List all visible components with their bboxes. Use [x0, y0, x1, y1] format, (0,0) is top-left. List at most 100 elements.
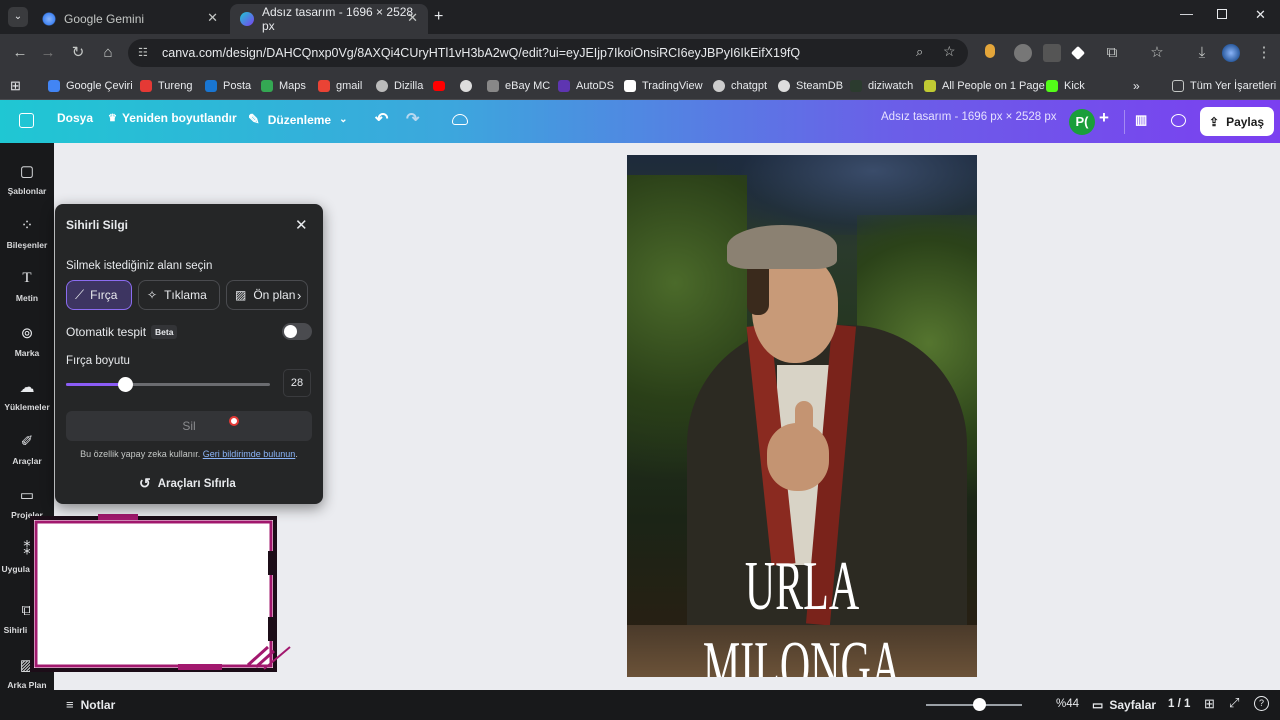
tab-canva[interactable]: Adsız tasarım - 1696 × 2528 px ✕ — [230, 4, 428, 34]
cloud-save-icon[interactable] — [452, 114, 468, 125]
grid-view-icon[interactable]: ⊞ — [1204, 696, 1215, 712]
bookmark-all-people[interactable]: All People on 1 Page — [924, 77, 1045, 95]
help-icon[interactable]: ? — [1254, 696, 1269, 711]
forward-icon[interactable]: → — [38, 43, 58, 63]
brush-size-input[interactable]: 28 — [283, 369, 311, 397]
all-bookmarks-folder[interactable]: Tüm Yer İşaretleri — [1172, 77, 1276, 95]
undo-icon[interactable]: ↶ — [375, 109, 388, 129]
bookmarks-star-icon[interactable]: ☆ — [1147, 43, 1167, 63]
bookmark-kick[interactable]: Kick — [1046, 77, 1085, 95]
menu-dots-icon[interactable]: ⋮ — [1254, 43, 1274, 63]
resize-button[interactable]: ♛ Yeniden boyutlandır — [108, 111, 237, 125]
bookmark-label: Kick — [1064, 80, 1085, 92]
extensions-puzzle-icon[interactable]: ⧉ — [1102, 43, 1122, 63]
extension-icon[interactable] — [985, 44, 995, 58]
zoom-slider-handle[interactable] — [972, 698, 986, 711]
home-icon[interactable]: ⌂ — [98, 43, 118, 63]
apps-grid-icon[interactable]: ⊞ — [10, 77, 21, 95]
bookmark-dizilla[interactable]: Dizilla — [376, 77, 423, 95]
tab-list-dropdown[interactable]: ⌄ — [8, 7, 28, 27]
mode-brush-button[interactable]: ⟋ Fırça — [66, 280, 132, 310]
frame-notch — [178, 664, 222, 670]
brand-icon: ⊚ — [20, 325, 34, 342]
browser-toolbar: ← → ↻ ⌂ ☷ canva.com/design/DAHCQnxp0Vg/8… — [0, 34, 1280, 72]
mode-click-button[interactable]: ✧ Tıklama — [138, 280, 220, 310]
bookmark-tureng[interactable]: Tureng — [140, 77, 192, 95]
bookmark-ebay-mc[interactable]: eBay MC — [487, 77, 550, 95]
tab-gemini[interactable]: Google Gemini ✕ — [32, 4, 228, 34]
zoom-level[interactable]: %44 — [1056, 698, 1079, 710]
star-icon[interactable]: ☆ — [943, 43, 956, 60]
sidebar-item-label: Metin — [15, 293, 39, 303]
bookmark-autods[interactable]: AutoDS — [558, 77, 614, 95]
bookmark-gmail[interactable]: gmail — [318, 77, 362, 95]
design-title[interactable]: Adsız tasarım - 1696 px × 2528 px — [881, 111, 1056, 123]
brush-size-slider[interactable] — [66, 377, 270, 392]
bookmark-chatgpt[interactable]: chatgpt — [713, 77, 767, 95]
bookmark-openai[interactable] — [460, 77, 478, 95]
auto-detect-toggle[interactable] — [282, 323, 312, 340]
new-tab-icon[interactable]: + — [434, 8, 443, 26]
notes-button[interactable]: ≡ Notlar — [66, 697, 115, 712]
sidebar-item-text[interactable]: T Metin — [0, 270, 54, 303]
erase-button[interactable]: Sil — [66, 411, 312, 441]
extension-icon[interactable] — [1014, 44, 1032, 62]
sidebar-item-templates[interactable]: ▢ Şablonlar — [0, 162, 54, 196]
insights-chart-icon[interactable]: ▥ — [1135, 112, 1147, 128]
sidebar-item-brand[interactable]: ⊚ Marka — [0, 324, 54, 358]
minimize-icon[interactable]: — — [1180, 6, 1193, 21]
bookmark-label: Tureng — [158, 80, 193, 92]
fullscreen-icon[interactable]: ⤢ — [1229, 695, 1239, 711]
bookmark-diziwatch[interactable]: diziwatch — [850, 77, 913, 95]
edit-mode-dropdown[interactable]: ✎ Düzenleme ⌄ — [248, 111, 347, 128]
toggle-side-panel-icon[interactable] — [19, 113, 34, 128]
sidebar-item-uploads[interactable]: ☁ Yüklemeler — [0, 378, 54, 412]
bookmark-google-ceviri[interactable]: Google Çeviri — [48, 77, 133, 95]
reload-icon[interactable]: ↻ — [68, 43, 88, 63]
mode-foreground-button[interactable]: ▨ Ön plan — [226, 280, 308, 310]
notes-label: Notlar — [80, 697, 116, 712]
extension-icon[interactable] — [1043, 44, 1061, 62]
extension-icon[interactable] — [1070, 45, 1086, 61]
draw-tool-icon: ✐ — [20, 433, 34, 450]
sidebar-item-tools[interactable]: ✐ Araçlar — [0, 432, 54, 466]
share-button[interactable]: ⇪ Paylaş — [1200, 107, 1274, 136]
frame-notch — [268, 617, 276, 641]
feedback-link[interactable]: Geri bildirimde bulunun — [203, 449, 296, 459]
close-tab-icon[interactable]: ✕ — [207, 10, 218, 26]
reset-tools-button[interactable]: ↺ Araçları Sıfırla — [139, 475, 236, 492]
chevron-right-icon[interactable]: › — [297, 288, 301, 303]
kick-icon — [1046, 80, 1058, 92]
canva-icon — [240, 12, 254, 26]
comments-icon[interactable] — [1171, 114, 1186, 127]
poster-page[interactable]: URLA MILONGA — [627, 155, 977, 677]
add-collaborator-icon[interactable]: + — [1099, 108, 1109, 128]
download-icon[interactable]: ⤓ — [1192, 43, 1212, 63]
poster-title[interactable]: URLA MILONGA — [697, 547, 907, 677]
bookmark-steamdb[interactable]: SteamDB — [778, 77, 843, 95]
pages-button[interactable]: ▭ Sayfalar — [1092, 695, 1156, 715]
click-icon: ✧ — [147, 288, 158, 302]
profile-avatar[interactable] — [1222, 44, 1240, 62]
bookmark-tradingview[interactable]: TradingView — [624, 77, 703, 95]
erase-label: Sil — [182, 419, 196, 433]
site-info-icon[interactable]: ☷ — [138, 46, 152, 60]
back-icon[interactable]: ← — [10, 43, 30, 63]
sidebar-item-elements[interactable]: ⁘ Bileşenler — [0, 216, 54, 250]
frame-graphic[interactable] — [28, 513, 298, 675]
avatar[interactable]: P( — [1069, 109, 1095, 135]
bookmark-posta[interactable]: Posta — [205, 77, 251, 95]
file-menu-button[interactable]: Dosya — [57, 111, 93, 125]
close-icon[interactable]: ✕ — [295, 216, 308, 234]
close-window-icon[interactable]: ✕ — [1255, 7, 1266, 23]
maximize-icon[interactable] — [1217, 9, 1227, 19]
zoom-slider[interactable] — [926, 698, 1022, 711]
more-bookmarks-icon[interactable]: » — [1133, 77, 1140, 95]
close-tab-icon[interactable]: ✕ — [407, 10, 418, 26]
address-bar[interactable]: ☷ canva.com/design/DAHCQnxp0Vg/8AXQi4CUr… — [128, 39, 968, 67]
slider-handle[interactable] — [118, 377, 134, 392]
redo-icon[interactable]: ↷ — [406, 109, 419, 129]
bookmark-youtube[interactable] — [433, 77, 451, 95]
search-icon[interactable]: ⌕ — [916, 44, 923, 60]
bookmark-maps[interactable]: Maps — [261, 77, 306, 95]
